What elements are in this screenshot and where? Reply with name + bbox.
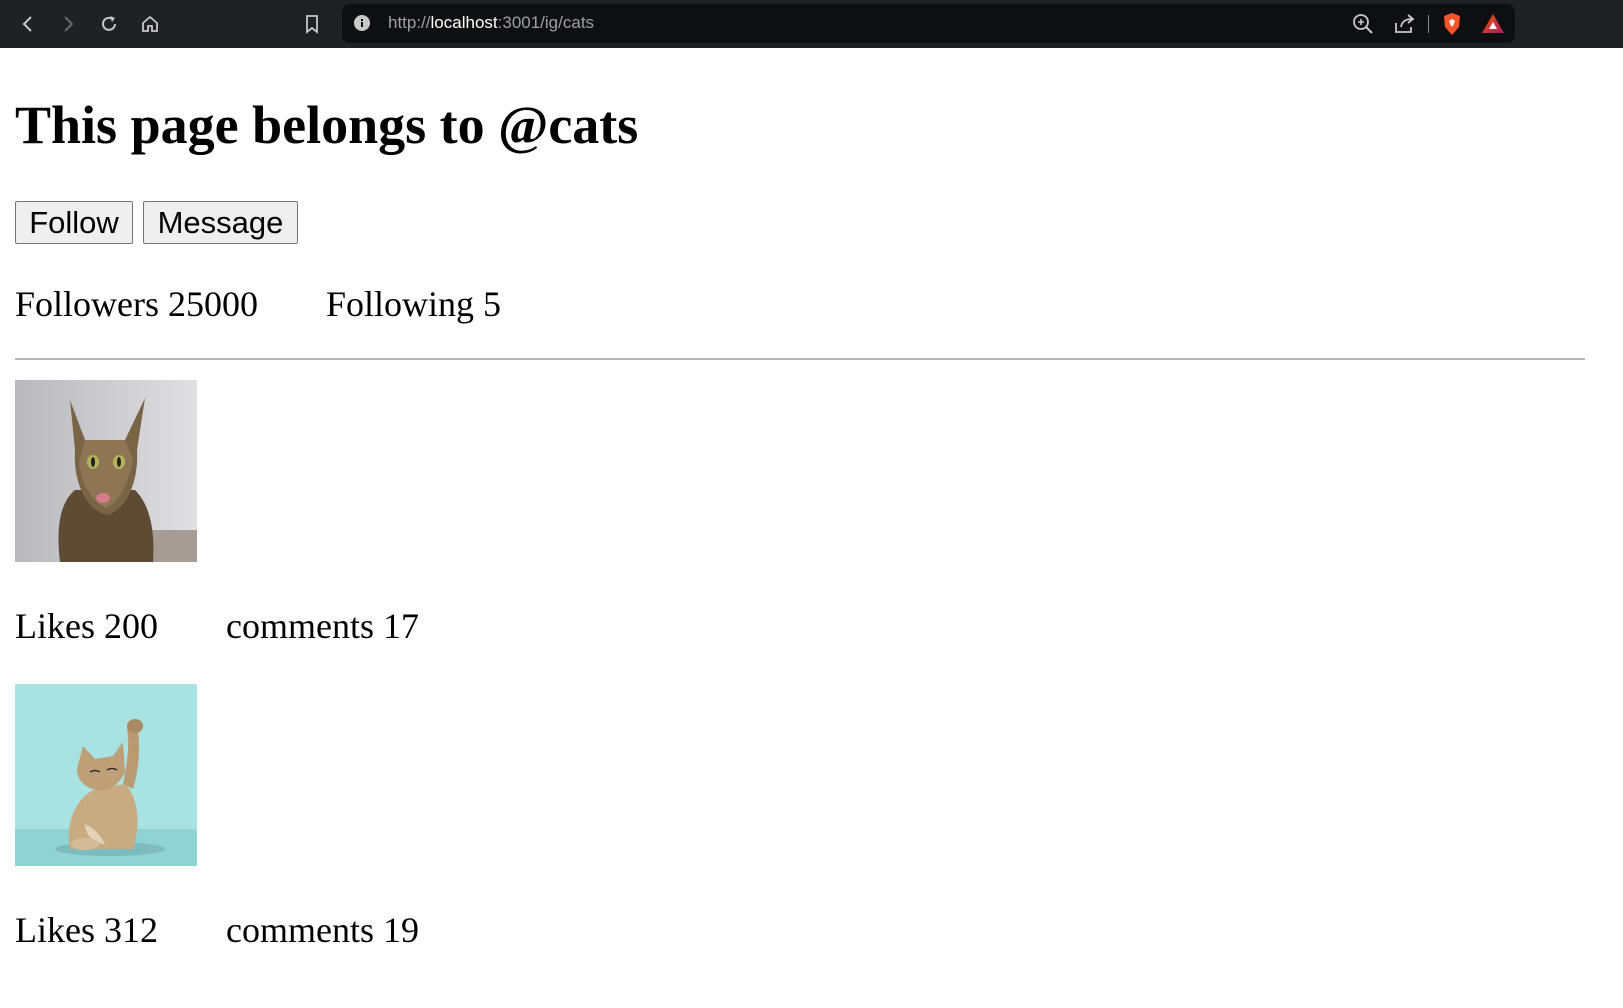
zoom-icon[interactable] bbox=[1351, 12, 1375, 36]
follow-button[interactable]: Follow bbox=[15, 201, 133, 244]
page-title: This page belongs to @cats bbox=[15, 95, 639, 155]
divider bbox=[15, 358, 1585, 360]
url-text[interactable]: http://localhost:3001/ig/cats bbox=[388, 13, 594, 33]
toolbar-divider bbox=[1428, 15, 1429, 33]
comments-count: comments 17 bbox=[225, 606, 419, 646]
post-image-tabby-cat[interactable] bbox=[15, 380, 197, 562]
forward-icon[interactable] bbox=[52, 8, 84, 40]
home-icon[interactable] bbox=[134, 8, 166, 40]
back-icon[interactable] bbox=[12, 8, 44, 40]
site-info-icon[interactable] bbox=[354, 15, 370, 31]
reload-icon[interactable] bbox=[93, 8, 125, 40]
followers-stat: Followers 25000 bbox=[15, 284, 258, 324]
following-stat: Following 5 bbox=[326, 284, 502, 324]
profile-stats: Followers 25000 Following 5 bbox=[15, 283, 501, 325]
share-icon[interactable] bbox=[1392, 12, 1416, 36]
brave-rewards-icon[interactable] bbox=[1481, 12, 1505, 36]
post-stats: Likes 312 comments 19 bbox=[15, 909, 419, 951]
message-button[interactable]: Message bbox=[143, 201, 298, 244]
address-bar[interactable]: http://localhost:3001/ig/cats bbox=[342, 4, 1515, 43]
comments-count: comments 19 bbox=[225, 910, 419, 950]
post-image-kitten[interactable] bbox=[15, 684, 197, 866]
brave-shields-icon[interactable] bbox=[1440, 12, 1464, 36]
likes-count: Likes 200 bbox=[15, 606, 158, 646]
browser-toolbar: http://localhost:3001/ig/cats bbox=[0, 0, 1623, 48]
likes-count: Likes 312 bbox=[15, 910, 158, 950]
post-stats: Likes 200 comments 17 bbox=[15, 605, 419, 647]
bookmark-icon[interactable] bbox=[296, 8, 328, 40]
